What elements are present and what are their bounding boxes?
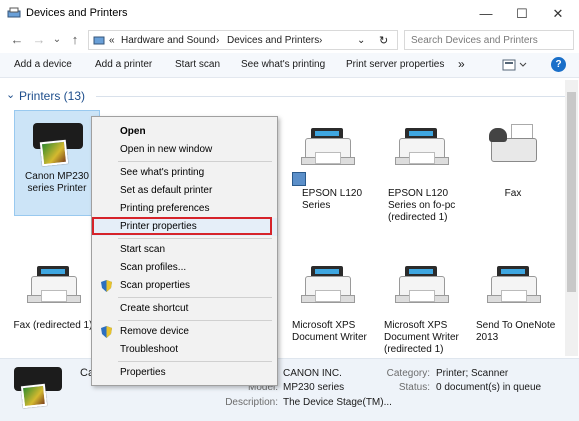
device-fax-redirected[interactable]: Fax (redirected 1) (10, 258, 96, 332)
shared-user-icon (292, 172, 306, 186)
menu-troubleshoot[interactable]: Troubleshoot (92, 341, 277, 359)
model-value: MP230 series (283, 382, 345, 393)
search-placeholder: Search Devices and Printers (411, 35, 538, 46)
device-label: Send To OneNote 2013 (476, 320, 556, 343)
control-panel-icon (93, 34, 105, 49)
menu-printing-preferences[interactable]: Printing preferences (92, 200, 277, 218)
device-label: Microsoft XPS Document Writer (redirecte… (384, 320, 459, 355)
uac-shield-icon (101, 326, 112, 338)
view-options-icon[interactable] (502, 58, 528, 72)
highlight-box (92, 217, 272, 235)
command-bar: Add a device Add a printer Start scan Se… (0, 53, 579, 78)
menu-scan-profiles[interactable]: Scan profiles... (92, 259, 277, 277)
maximize-button[interactable]: ☐ (504, 4, 540, 24)
title-bar: Devices and Printers — ☐ ✕ (0, 0, 579, 28)
uac-shield-icon (101, 280, 112, 292)
printer-icon (297, 120, 357, 170)
menu-separator (118, 297, 272, 298)
address-bar[interactable]: « Hardware and Sound › Devices and Print… (88, 30, 398, 50)
description-label: Description: (225, 397, 278, 408)
menu-properties[interactable]: Properties (92, 364, 277, 382)
printer-icon (297, 258, 357, 308)
menu-open-new-window[interactable]: Open in new window (92, 141, 277, 159)
printers-group-header[interactable]: ⌄ Printers (13) (0, 86, 579, 106)
menu-remove-device[interactable]: Remove device (92, 323, 277, 341)
add-device-button[interactable]: Add a device (14, 59, 72, 70)
minimize-button[interactable]: — (468, 4, 504, 24)
device-label: EPSON L120 Series on fo-pc (redirected 1… (388, 188, 456, 223)
breadcrumb-overflow[interactable]: « (109, 35, 115, 46)
forward-button[interactable]: → (30, 31, 48, 49)
search-input[interactable]: Search Devices and Printers (404, 30, 574, 50)
close-button[interactable]: ✕ (540, 4, 576, 24)
print-server-properties-button[interactable]: Print server properties (346, 59, 444, 70)
help-icon[interactable]: ? (551, 57, 566, 72)
menu-start-scan[interactable]: Start scan (92, 241, 277, 259)
menu-separator (118, 161, 272, 162)
device-epson-l120-redirected[interactable]: EPSON L120 Series on fo-pc (redirected 1… (378, 120, 464, 224)
device-fax[interactable]: Fax (470, 120, 556, 200)
device-canon-mp230[interactable]: Canon MP230 series Printer (14, 110, 100, 216)
menu-see-whats-printing[interactable]: See what's printing (92, 164, 277, 182)
details-pane: Ca CANON INC. Model: MP230 series Descri… (0, 358, 579, 421)
menu-scan-properties[interactable]: Scan properties (92, 277, 277, 295)
menu-separator (118, 320, 272, 321)
printer-icon (23, 258, 83, 308)
status-label: Status: (398, 382, 430, 393)
printer-icon (483, 258, 543, 308)
collapse-group-icon[interactable]: ⌄ (6, 88, 15, 101)
help-glyph: ? (555, 59, 562, 70)
address-row: ← → ⌄ ↑ « Hardware and Sound › Devices a… (0, 28, 579, 52)
device-label: Canon MP230 series Printer (25, 171, 89, 194)
device-ms-xps[interactable]: Microsoft XPS Document Writer (284, 258, 370, 344)
device-label: Fax (redirected 1) (13, 320, 93, 331)
group-divider (96, 96, 566, 97)
context-menu: Open Open in new window See what's print… (91, 116, 278, 386)
printer-icon (391, 120, 451, 170)
breadcrumb-devices-printers[interactable]: Devices and Printers (227, 35, 319, 46)
menu-create-shortcut[interactable]: Create shortcut (92, 300, 277, 318)
start-scan-button[interactable]: Start scan (175, 59, 220, 70)
menu-separator (118, 361, 272, 362)
breadcrumb-hardware-sound[interactable]: Hardware and Sound (121, 35, 216, 46)
address-dropdown[interactable]: ⌄ (357, 35, 365, 46)
description-value: The Device Stage(TM)... (283, 397, 392, 408)
canon-printer-icon (27, 117, 87, 167)
breadcrumb-separator[interactable]: › (319, 35, 322, 46)
more-commands-button[interactable]: » (458, 57, 465, 71)
device-label: EPSON L120 Series (302, 188, 363, 211)
window-title: Devices and Printers (26, 7, 128, 19)
device-label: Microsoft XPS Document Writer (292, 320, 367, 343)
fax-icon (483, 120, 543, 170)
menu-separator (118, 238, 272, 239)
manufacturer-value: CANON INC. (283, 368, 342, 379)
status-value: 0 document(s) in queue (436, 382, 542, 393)
group-label: Printers (13) (19, 89, 86, 103)
device-ms-xps-redirected[interactable]: Microsoft XPS Document Writer (redirecte… (378, 258, 464, 356)
device-label: Fax (504, 188, 522, 199)
scrollbar-thumb[interactable] (567, 92, 576, 292)
selected-device-icon (12, 363, 68, 411)
device-send-to-onenote[interactable]: Send To OneNote 2013 (470, 258, 556, 344)
printer-icon (391, 258, 451, 308)
see-whats-printing-button[interactable]: See what's printing (241, 59, 325, 70)
recent-locations-dropdown[interactable]: ⌄ (48, 31, 66, 49)
category-label: Category: (386, 368, 430, 379)
menu-open[interactable]: Open (92, 123, 277, 141)
devices-printers-icon (7, 7, 21, 19)
back-button[interactable]: ← (8, 31, 26, 49)
add-printer-button[interactable]: Add a printer (95, 59, 152, 70)
up-button[interactable]: ↑ (66, 31, 84, 49)
menu-set-default-printer[interactable]: Set as default printer (92, 182, 277, 200)
refresh-icon[interactable]: ↻ (379, 34, 388, 47)
category-value: Printer; Scanner (436, 368, 509, 379)
breadcrumb-separator[interactable]: › (216, 35, 219, 46)
device-epson-l120[interactable]: EPSON L120 Series (284, 120, 370, 212)
